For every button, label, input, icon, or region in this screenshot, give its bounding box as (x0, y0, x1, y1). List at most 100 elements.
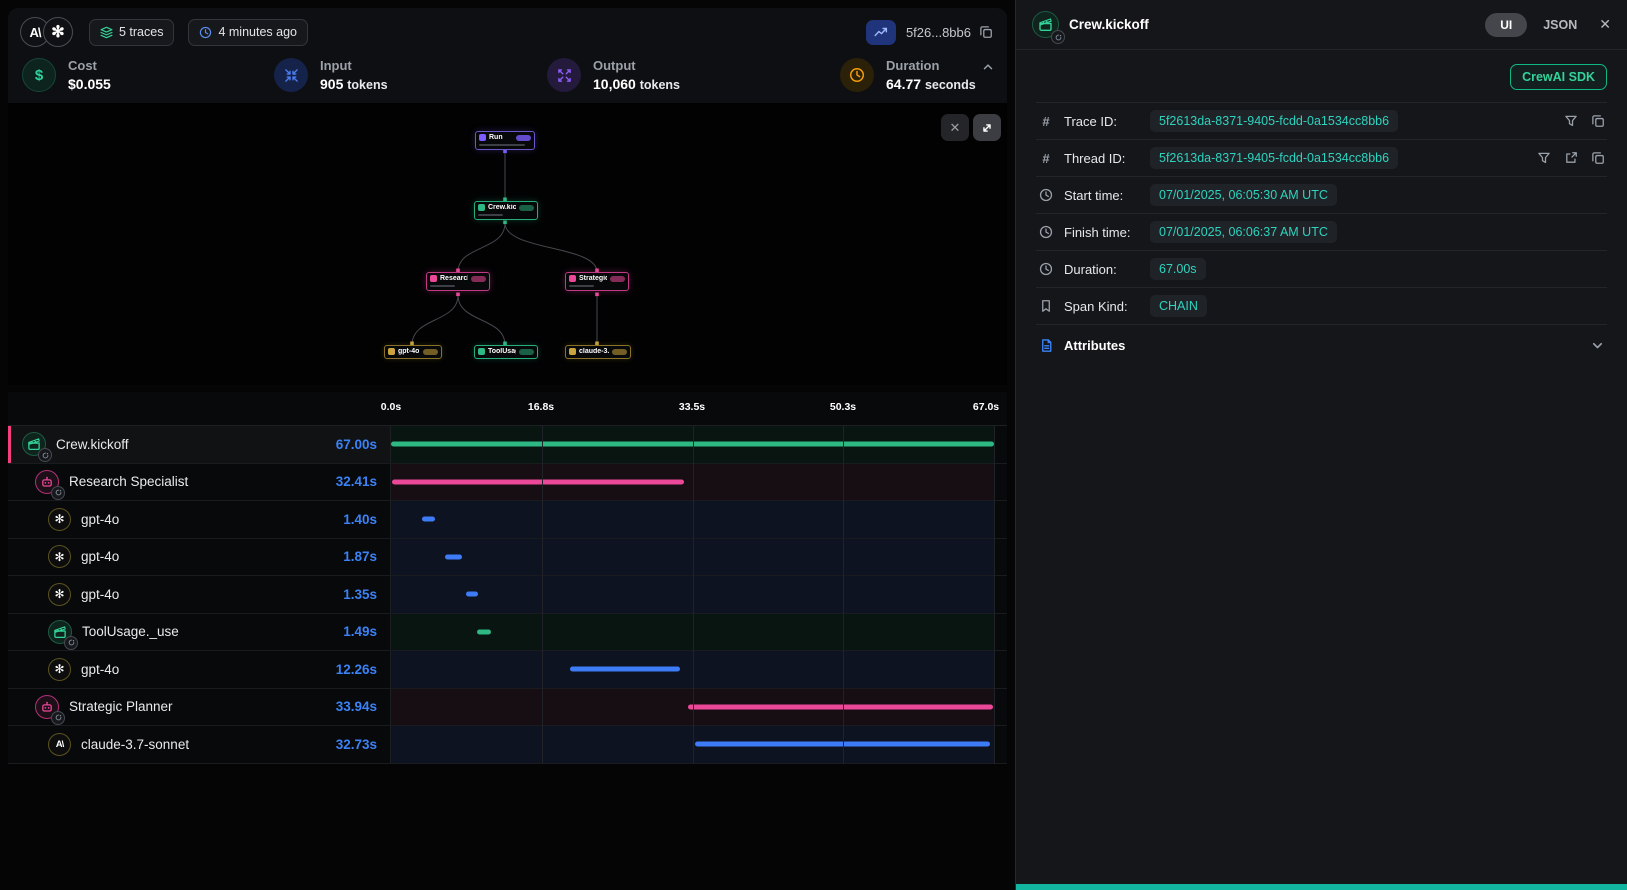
agentops-badge-icon (51, 486, 65, 500)
node-subtitle (478, 214, 503, 216)
span-waterfall: 0.0s 16.8s 33.5s 50.3s 67.0s Crew.kickof… (8, 392, 1007, 764)
copy-icon[interactable] (1591, 151, 1605, 165)
trace-graph-canvas[interactable]: Run Crew.kickoff Research Speciali... (8, 103, 1007, 385)
span-bar[interactable] (477, 629, 490, 634)
external-link-icon[interactable] (1564, 151, 1578, 165)
finish-time-value: 07/01/2025, 06:06:37 AM UTC (1150, 221, 1337, 243)
hash-icon: # (1038, 114, 1054, 129)
graph-node-toolusage[interactable]: ToolUsage._use (474, 345, 538, 359)
field-label: Span Kind: (1064, 299, 1150, 314)
timeline-row-claude-3-7-sonnet[interactable]: A\ claude-3.7-sonnet 32.73s (8, 726, 1007, 764)
crew-icon (1032, 11, 1059, 38)
bookmark-icon (1038, 299, 1054, 313)
trace-header-card: A\ ✻ 5 traces 4 minutes ago 5f26...8bb6 (8, 8, 1007, 103)
timeline-row-gpt-4o[interactable]: ✻ gpt-4o 1.87s (8, 539, 1007, 577)
field-thread-id: # Thread ID: 5f2613da-8371-9405-fcdd-0a1… (1036, 139, 1607, 176)
clock-icon (840, 58, 874, 92)
field-start-time: Start time: 07/01/2025, 06:05:30 AM UTC (1036, 176, 1607, 213)
panel-bottom-scrollbar[interactable] (1016, 884, 1627, 890)
graph-node-label: ToolUsage._use (488, 348, 516, 355)
filter-icon[interactable] (1564, 114, 1578, 128)
graph-node-crew-kickoff[interactable]: Crew.kickoff (474, 201, 538, 220)
chevron-down-icon[interactable] (1590, 338, 1605, 353)
graph-fullscreen-button[interactable] (973, 114, 1001, 141)
stat-value: 905 (320, 76, 343, 92)
time-ago-badge[interactable]: 4 minutes ago (188, 19, 308, 46)
field-finish-time: Finish time: 07/01/2025, 06:06:37 AM UTC (1036, 213, 1607, 250)
span-bar[interactable] (392, 479, 684, 484)
stat-unit: seconds (925, 78, 976, 92)
field-duration: Duration: 67.00s (1036, 250, 1607, 287)
span-bar[interactable] (391, 442, 994, 447)
span-bar[interactable] (422, 517, 435, 522)
span-label: Crew.kickoff (56, 437, 129, 452)
span-duration: 67.00s (336, 437, 377, 452)
span-label: Strategic Planner (69, 699, 173, 714)
stat-label: Cost (68, 58, 111, 73)
graph-node-claude-3-7-sonnet[interactable]: claude-3.7-sonnet (565, 345, 631, 359)
traces-count-badge[interactable]: 5 traces (89, 19, 174, 46)
tab-ui[interactable]: UI (1485, 13, 1527, 37)
axis-tick: 50.3s (830, 401, 856, 413)
span-duration: 1.49s (343, 624, 377, 639)
graph-node-run[interactable]: Run (475, 131, 535, 150)
node-subtitle (430, 285, 455, 287)
provider-avatars: A\ ✻ (20, 17, 73, 47)
timeline-row-gpt-4o[interactable]: ✻ gpt-4o 12.26s (8, 651, 1007, 689)
span-label: gpt-4o (81, 512, 119, 527)
trace-chart-button[interactable] (866, 20, 896, 45)
tab-json[interactable]: JSON (1543, 18, 1577, 32)
filter-icon[interactable] (1537, 151, 1551, 165)
span-duration: 33.94s (336, 699, 377, 714)
graph-close-button[interactable]: ✕ (941, 114, 969, 141)
timeline-row-crew-kickoff[interactable]: Crew.kickoff 67.00s (8, 426, 1007, 464)
tool-icon (478, 348, 485, 355)
graph-node-research-specialist[interactable]: Research Speciali... (426, 272, 490, 291)
timeline-row-toolusage[interactable]: ToolUsage._use 1.49s (8, 614, 1007, 652)
clock-icon (1038, 262, 1054, 276)
span-bar[interactable] (570, 667, 680, 672)
timeline-row-gpt-4o[interactable]: ✻ gpt-4o 1.35s (8, 576, 1007, 614)
openai-logo-icon: ✻ (48, 545, 71, 568)
timeline-row-strategic-planner[interactable]: Strategic Planner 33.94s (8, 689, 1007, 727)
agentops-badge-icon (51, 711, 65, 725)
stat-label: Input (320, 58, 388, 73)
span-bar[interactable] (466, 592, 478, 597)
span-bar[interactable] (445, 554, 462, 559)
copy-trace-id-button[interactable] (979, 25, 993, 39)
span-bar[interactable] (695, 742, 990, 747)
timeline-row-research-specialist[interactable]: Research Specialist 32.41s (8, 464, 1007, 502)
timeline-row-gpt-4o[interactable]: ✻ gpt-4o 1.40s (8, 501, 1007, 539)
stat-output: Output 10,060 tokens (547, 58, 840, 92)
openai-logo-icon: ✻ (48, 583, 71, 606)
graph-node-gpt-4o[interactable]: gpt-4o (384, 345, 442, 359)
thread-id-value[interactable]: 5f2613da-8371-9405-fcdd-0a1534cc8bb6 (1150, 147, 1398, 169)
span-bar[interactable] (688, 704, 993, 709)
node-subtitle (479, 144, 525, 146)
graph-node-label: Run (489, 134, 503, 141)
clock-icon (199, 26, 212, 39)
field-label: Finish time: (1064, 225, 1150, 240)
dollar-icon: $ (22, 58, 56, 92)
llm-icon (388, 348, 395, 355)
run-icon (479, 134, 486, 141)
span-label: gpt-4o (81, 549, 119, 564)
node-badge (471, 276, 486, 282)
trace-id-value[interactable]: 5f2613da-8371-9405-fcdd-0a1534cc8bb6 (1150, 110, 1398, 132)
span-label: ToolUsage._use (82, 624, 179, 639)
node-badge (423, 349, 438, 355)
field-span-kind: Span Kind: CHAIN (1036, 287, 1607, 324)
attributes-section-toggle[interactable]: Attributes (1036, 324, 1607, 366)
panel-header: Crew.kickoff UI JSON ✕ (1016, 0, 1627, 50)
traces-count-label: 5 traces (119, 25, 163, 39)
time-ago-label: 4 minutes ago (218, 25, 297, 39)
collapse-stats-button[interactable] (981, 60, 995, 74)
stat-label: Output (593, 58, 680, 73)
graph-node-strategic-planner[interactable]: Strategic Planner (565, 272, 629, 291)
stat-value: 10,060 (593, 76, 636, 92)
copy-icon[interactable] (1591, 114, 1605, 128)
span-label: Research Specialist (69, 474, 188, 489)
agentops-badge-icon (1051, 30, 1065, 44)
openai-logo-icon: ✻ (48, 508, 71, 531)
panel-close-icon[interactable]: ✕ (1599, 16, 1611, 33)
